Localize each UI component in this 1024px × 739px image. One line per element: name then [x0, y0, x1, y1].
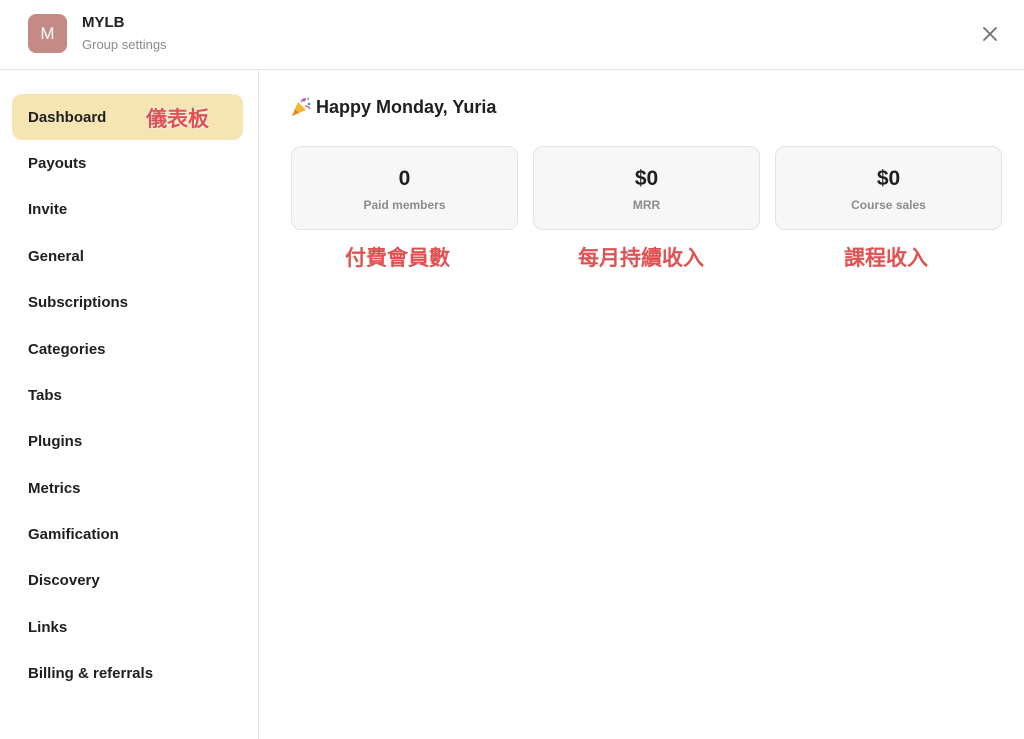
- group-avatar[interactable]: M: [28, 14, 67, 53]
- sidebar-item-label: Links: [28, 618, 68, 636]
- stat-value: $0: [876, 167, 901, 190]
- stat-card-paid-members: 0 Paid members: [291, 146, 518, 230]
- sidebar-item-label: Dashboard: [28, 108, 107, 126]
- sidebar-item-label: Tabs: [28, 386, 62, 404]
- sidebar-item-tabs[interactable]: Tabs: [12, 372, 243, 418]
- sidebar-item-general[interactable]: General: [12, 233, 243, 279]
- stat-label: Paid members: [363, 198, 446, 212]
- sidebar-item-label: Discovery: [28, 571, 100, 589]
- greeting: Happy Monday, Yuria: [290, 96, 496, 118]
- sidebar-item-label: Gamification: [28, 525, 119, 543]
- sidebar-item-gamification[interactable]: Gamification: [12, 511, 243, 557]
- party-popper-icon: [292, 98, 311, 116]
- close-button[interactable]: [978, 22, 1002, 46]
- sidebar-item-plugins[interactable]: Plugins: [12, 418, 243, 464]
- stat-value: $0: [634, 167, 659, 190]
- sidebar-item-invite[interactable]: Invite: [12, 186, 243, 232]
- annotation-course-sales: 課程收入: [844, 246, 928, 270]
- stat-value: 0: [398, 167, 411, 190]
- stat-card-mrr: $0 MRR: [533, 146, 760, 230]
- sidebar-item-label: Plugins: [28, 432, 83, 450]
- sidebar-item-label: General: [28, 247, 84, 265]
- annotation-mrr: 每月持續收入: [578, 246, 704, 270]
- header: M MYLB Group settings: [0, 0, 1024, 70]
- sidebar: Dashboard Payouts Invite General Subscri…: [0, 70, 259, 739]
- stat-card-course-sales: $0 Course sales: [775, 146, 1002, 230]
- greeting-text: Happy Monday, Yuria: [316, 96, 497, 117]
- sidebar-item-label: Invite: [28, 200, 68, 218]
- stat-label: MRR: [632, 198, 661, 212]
- sidebar-item-label: Billing & referrals: [28, 664, 154, 682]
- stat-label: Course sales: [851, 198, 926, 212]
- sidebar-item-label: Subscriptions: [28, 293, 129, 311]
- group-name: MYLB: [82, 14, 125, 31]
- avatar-letter: M: [40, 23, 55, 43]
- sidebar-item-discovery[interactable]: Discovery: [12, 557, 243, 603]
- sidebar-item-label: Metrics: [28, 479, 81, 497]
- sidebar-item-categories[interactable]: Categories: [12, 326, 243, 372]
- close-icon: [983, 27, 997, 41]
- annotation-dashboard: 儀表板: [146, 107, 209, 131]
- sidebar-item-billing-referrals[interactable]: Billing & referrals: [12, 650, 243, 696]
- annotation-paid-members: 付費會員數: [345, 246, 450, 270]
- sidebar-item-subscriptions[interactable]: Subscriptions: [12, 279, 243, 325]
- sidebar-item-label: Payouts: [28, 154, 87, 172]
- sidebar-item-label: Categories: [28, 340, 106, 358]
- sidebar-item-metrics[interactable]: Metrics: [12, 465, 243, 511]
- sidebar-item-links[interactable]: Links: [12, 604, 243, 650]
- group-subtitle: Group settings: [82, 37, 167, 52]
- sidebar-item-payouts[interactable]: Payouts: [12, 140, 243, 186]
